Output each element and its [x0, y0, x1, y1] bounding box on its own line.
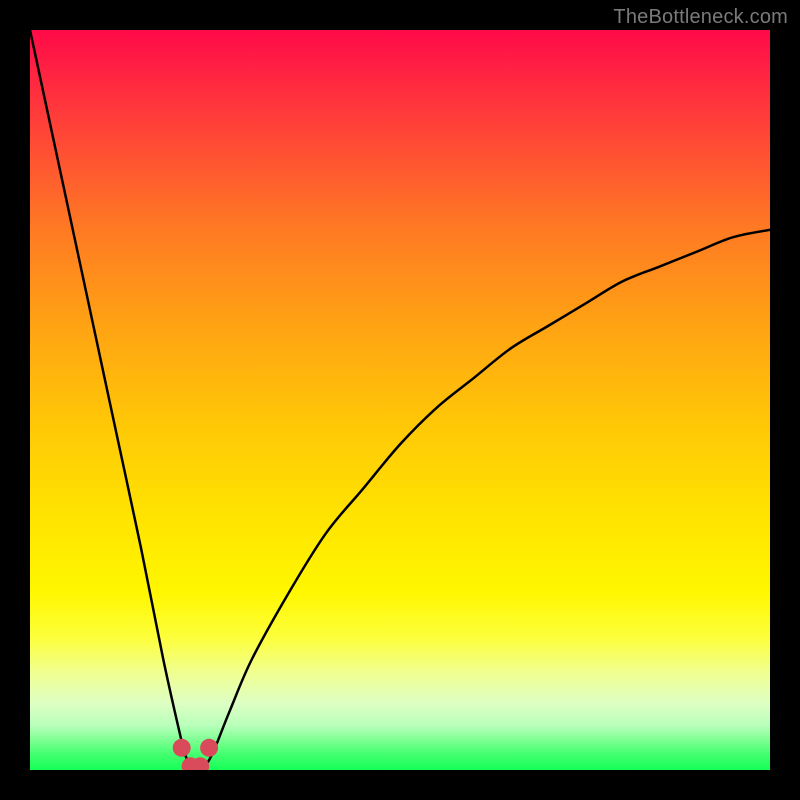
- bottleneck-curve: [30, 30, 770, 770]
- curve-marker: [182, 757, 200, 770]
- watermark-text: TheBottleneck.com: [613, 6, 788, 29]
- plot-area: [30, 30, 770, 770]
- curve-marker: [191, 757, 209, 770]
- curve-marker: [200, 739, 218, 757]
- curve-marker: [173, 739, 191, 757]
- chart-frame: TheBottleneck.com: [0, 0, 800, 800]
